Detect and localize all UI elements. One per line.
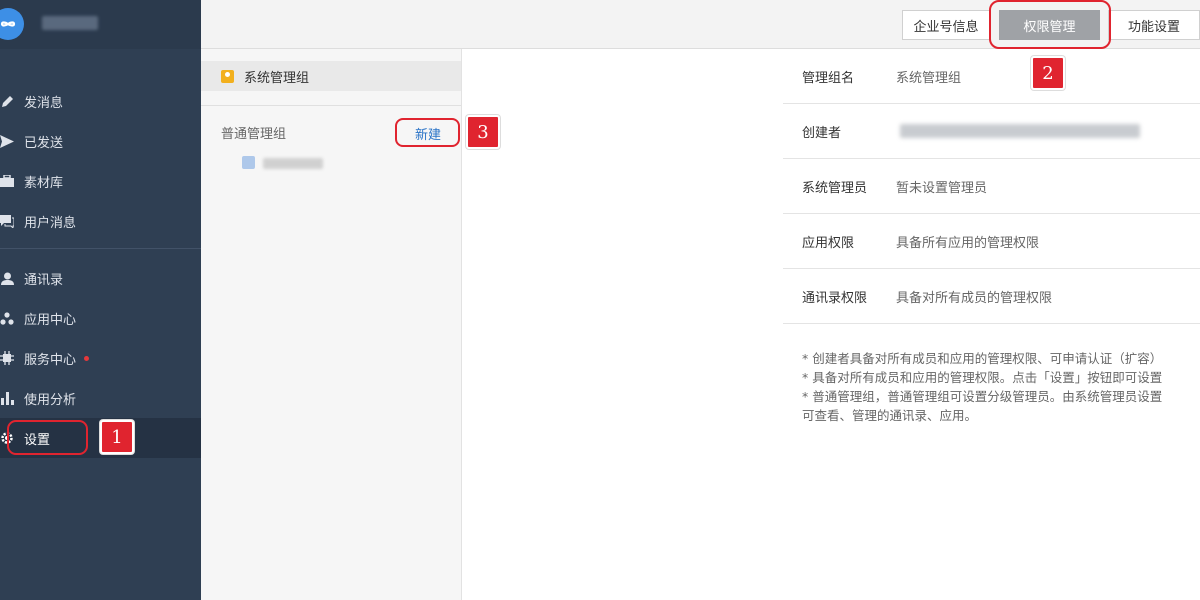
sidebar-item-app-center[interactable]: 应用中心 bbox=[0, 298, 201, 338]
highlight-settings bbox=[7, 420, 88, 455]
detail-row-creator: 创建者 bbox=[783, 104, 1200, 159]
sidebar-item-label: 应用中心 bbox=[24, 312, 77, 328]
note-line: 可查看、管理的通讯录、应用。 bbox=[802, 408, 978, 423]
sidebar: 发消息 已发送 素材库 用户消息 通讯录 应用中心 服务中心 使用分析 设置 bbox=[0, 0, 201, 600]
row-label: 创建者 bbox=[802, 125, 842, 141]
sidebar-item-label: 发消息 bbox=[24, 95, 64, 111]
send-icon bbox=[0, 134, 14, 148]
sidebar-item-service-center[interactable]: 服务中心 bbox=[0, 338, 201, 378]
tab-feature-settings[interactable]: 功能设置 bbox=[1108, 10, 1200, 40]
briefcase-icon bbox=[0, 174, 14, 188]
row-label: 管理组名 bbox=[802, 70, 855, 86]
sidebar-item-send-message[interactable]: 发消息 bbox=[0, 81, 201, 121]
brand-header bbox=[0, 0, 201, 49]
detail-row-system-admin: 系统管理员 暂未设置管理员 bbox=[783, 159, 1200, 214]
sidebar-item-label: 使用分析 bbox=[24, 392, 77, 408]
system-group-item[interactable]: 系统管理组 bbox=[201, 61, 461, 91]
highlight-new-button bbox=[395, 118, 460, 147]
notification-dot bbox=[84, 355, 90, 361]
annotation-badge-1: 1 bbox=[100, 420, 134, 454]
row-value: 具备所有应用的管理权限 bbox=[896, 235, 1040, 251]
sidebar-item-materials[interactable]: 素材库 bbox=[0, 161, 201, 201]
app-logo-icon[interactable] bbox=[0, 8, 24, 40]
row-label: 系统管理员 bbox=[802, 180, 868, 196]
tab-label: 企业号信息 bbox=[913, 19, 979, 35]
note-line: * 普通管理组，普通管理组可设置分级管理员。由系统管理员设置 bbox=[802, 389, 1163, 404]
group-divider bbox=[201, 105, 461, 106]
sidebar-item-label: 用户消息 bbox=[24, 215, 77, 231]
highlight-permission-tab bbox=[989, 0, 1111, 49]
sidebar-item-label: 已发送 bbox=[24, 135, 64, 151]
sidebar-item-label: 素材库 bbox=[24, 175, 64, 191]
note-line: * 创建者具备对所有成员和应用的管理权限、可申请认证（扩容） bbox=[802, 351, 1163, 366]
system-group-label: 系统管理组 bbox=[244, 70, 310, 86]
group-folder-icon bbox=[242, 156, 255, 169]
sidebar-item-sent[interactable]: 已发送 bbox=[0, 121, 201, 161]
annotation-badge-3: 3 bbox=[466, 115, 500, 149]
sidebar-item-label: 通讯录 bbox=[24, 272, 64, 288]
detail-row-app-permission: 应用权限 具备所有应用的管理权限 bbox=[783, 214, 1200, 269]
detail-row-group-name: 管理组名 系统管理组 bbox=[783, 49, 1200, 104]
row-value: 暂未设置管理员 bbox=[896, 180, 988, 196]
sub-group-item[interactable] bbox=[263, 158, 323, 169]
permission-notes: * 创建者具备对所有成员和应用的管理权限、可申请认证（扩容） * 具备对所有成员… bbox=[802, 349, 1200, 425]
annotation-number: 1 bbox=[111, 426, 123, 448]
pencil-icon bbox=[0, 94, 14, 108]
note-line: * 具备对所有成员和应用的管理权限。点击「设置」按钮即可设置 bbox=[802, 370, 1163, 385]
row-label: 应用权限 bbox=[802, 235, 855, 251]
detail-row-contacts-permission: 通讯录权限 具备对所有成员的管理权限 bbox=[783, 269, 1200, 324]
sidebar-item-contacts[interactable]: 通讯录 bbox=[0, 258, 201, 298]
admin-user-icon bbox=[221, 69, 234, 83]
sidebar-item-label: 服务中心 bbox=[24, 352, 77, 368]
tab-label: 功能设置 bbox=[1127, 19, 1180, 35]
row-label: 通讯录权限 bbox=[802, 290, 868, 306]
row-value: 系统管理组 bbox=[896, 70, 962, 86]
sidebar-item-user-messages[interactable]: 用户消息 bbox=[0, 201, 201, 241]
annotation-number: 3 bbox=[477, 121, 489, 143]
chat-icon bbox=[0, 214, 14, 228]
sidebar-item-analytics[interactable]: 使用分析 bbox=[0, 378, 201, 418]
brand-name bbox=[42, 16, 98, 30]
sidebar-divider bbox=[0, 248, 201, 249]
normal-group-label: 普通管理组 bbox=[221, 127, 287, 142]
tab-enterprise-info[interactable]: 企业号信息 bbox=[902, 10, 990, 40]
chip-icon bbox=[0, 351, 14, 365]
person-icon bbox=[0, 271, 14, 285]
row-value: 具备对所有成员的管理权限 bbox=[896, 290, 1053, 306]
apps-icon bbox=[0, 311, 14, 325]
creator-redacted bbox=[900, 124, 1140, 138]
bar-chart-icon bbox=[0, 391, 14, 405]
